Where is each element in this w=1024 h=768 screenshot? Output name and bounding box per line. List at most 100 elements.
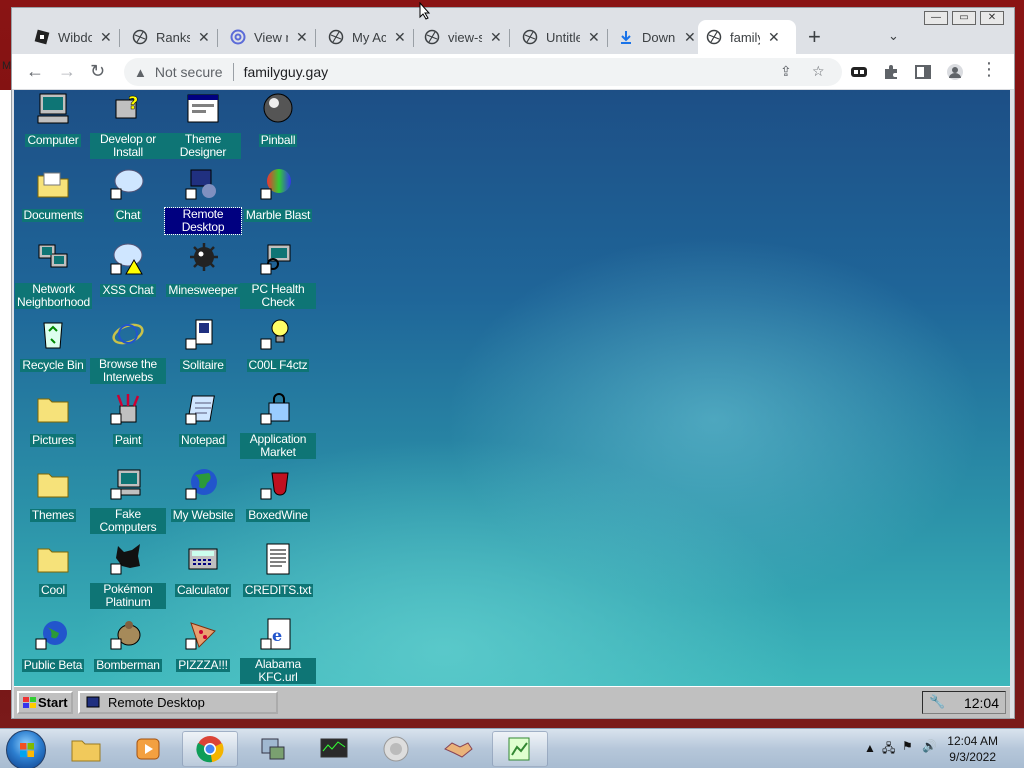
desktop-icon-xss-chat[interactable]: XSS Chat bbox=[90, 242, 166, 299]
tray-tool-icon[interactable]: 🔧 bbox=[929, 694, 945, 710]
mouse-cursor-icon bbox=[419, 2, 431, 20]
taskbar-handshake[interactable] bbox=[430, 731, 486, 767]
desktop-icon-documents[interactable]: Documents bbox=[15, 167, 91, 224]
win7-clock[interactable]: 12:04 AM 9/3/2022 bbox=[947, 733, 998, 765]
show-hidden-icons[interactable]: ▲ bbox=[864, 741, 876, 755]
forward-icon[interactable]: → bbox=[58, 61, 76, 82]
tab-2[interactable]: Ranks ✕ bbox=[124, 20, 218, 54]
icon-label: Marble Blast bbox=[243, 208, 313, 222]
puzzle-icon[interactable] bbox=[882, 63, 900, 81]
desktop-icon-themes[interactable]: Themes bbox=[15, 467, 91, 524]
taskbar-explorer[interactable] bbox=[58, 731, 114, 767]
icon-label: Pinball bbox=[258, 133, 298, 147]
desktop-icon-public-beta[interactable]: Public Beta bbox=[15, 617, 91, 674]
reload-icon[interactable]: ↻ bbox=[90, 61, 105, 82]
start-button[interactable]: Start bbox=[17, 691, 73, 714]
folder-icon bbox=[37, 172, 69, 198]
new-tab-button[interactable]: + bbox=[808, 24, 821, 50]
tab-3[interactable]: View r ✕ bbox=[222, 20, 316, 54]
desktop-icon-recycle-bin[interactable]: Recycle Bin bbox=[15, 317, 91, 374]
network-icon[interactable]: 🖧 bbox=[882, 739, 895, 760]
side-panel-icon[interactable] bbox=[914, 63, 932, 81]
taskbar-editor[interactable] bbox=[492, 731, 548, 767]
desktop-icon-computer[interactable]: Computer bbox=[15, 92, 91, 149]
taskbar-network-tool[interactable] bbox=[244, 731, 300, 767]
chrome-icon bbox=[196, 736, 224, 763]
minimize-button[interactable]: — bbox=[924, 11, 948, 25]
desktop-icon-credits[interactable]: CREDITS.txt bbox=[240, 542, 316, 599]
desktop-icon-cool-facts[interactable]: C00L F4ctz bbox=[240, 317, 316, 374]
pokemon-icon bbox=[110, 544, 140, 575]
desktop-icon-network[interactable]: Network Neighborhood bbox=[15, 242, 92, 311]
desktop-icon-pc-health[interactable]: PC Health Check bbox=[240, 242, 316, 311]
icon-label: Paint bbox=[112, 433, 144, 447]
desktop-icon-pinball[interactable]: Pinball bbox=[240, 92, 316, 149]
taskbar-audio[interactable] bbox=[368, 731, 424, 767]
computer-icon bbox=[110, 469, 141, 500]
taskbar-chrome[interactable] bbox=[182, 731, 238, 767]
close-icon[interactable]: ✕ bbox=[490, 29, 502, 46]
tab-7[interactable]: Down ✕ bbox=[610, 20, 704, 54]
close-icon[interactable]: ✕ bbox=[588, 29, 600, 46]
close-icon[interactable]: ✕ bbox=[296, 29, 308, 46]
desktop-icon-remote-desktop[interactable]: Remote Desktop bbox=[164, 167, 242, 236]
chevron-down-icon[interactable]: ⌄ bbox=[888, 28, 899, 44]
tab-1[interactable]: Wibdo ✕ bbox=[26, 20, 120, 54]
desktop-icon-pictures[interactable]: Pictures bbox=[15, 392, 91, 449]
desktop-icon-app-market[interactable]: Application Market bbox=[240, 392, 316, 461]
cards-icon bbox=[185, 319, 213, 350]
star-icon[interactable]: ☆ bbox=[812, 63, 825, 80]
tab-4[interactable]: My Ac ✕ bbox=[320, 20, 414, 54]
taskbar-media-player[interactable] bbox=[120, 731, 176, 767]
desktop-icon-calculator[interactable]: Calculator bbox=[165, 542, 241, 599]
tab-active[interactable]: family ✕ bbox=[698, 20, 796, 54]
close-icon[interactable]: ✕ bbox=[394, 29, 406, 46]
desktop-icon-develop[interactable]: ? Develop or Install bbox=[90, 92, 166, 161]
desktop-icon-paint[interactable]: Paint bbox=[90, 392, 166, 449]
desktop-icon-minesweeper[interactable]: Minesweeper bbox=[165, 242, 241, 299]
desktop-icon-fake-computers[interactable]: Fake Computers bbox=[90, 467, 166, 536]
tab-5[interactable]: view-s ✕ bbox=[416, 20, 510, 54]
maximize-button[interactable]: ▭ bbox=[952, 11, 976, 25]
icon-label: XSS Chat bbox=[100, 283, 156, 297]
desktop-icon-theme-designer[interactable]: Theme Designer bbox=[165, 92, 241, 161]
win7-start-orb[interactable] bbox=[6, 730, 46, 768]
taskbar-system-monitor[interactable] bbox=[306, 731, 362, 767]
desktop-icon-solitaire[interactable]: Solitaire bbox=[165, 317, 241, 374]
close-icon[interactable]: ✕ bbox=[198, 29, 210, 46]
desktop-icon-browse[interactable]: Browse the Interwebs bbox=[90, 317, 166, 386]
taskbar-item-remote-desktop[interactable]: Remote Desktop bbox=[78, 691, 278, 714]
close-icon[interactable]: ✕ bbox=[768, 29, 780, 46]
extension-icon[interactable] bbox=[850, 63, 868, 81]
menu-icon[interactable]: ⋮ bbox=[980, 59, 998, 80]
pinball-icon bbox=[263, 93, 293, 123]
tab-6[interactable]: Untitle ✕ bbox=[514, 20, 608, 54]
taskbar-item-label: Remote Desktop bbox=[108, 695, 205, 710]
action-center-icon[interactable]: ⚑ bbox=[902, 739, 913, 753]
close-button[interactable]: ✕ bbox=[980, 11, 1004, 25]
desktop-icon-chat[interactable]: Chat bbox=[90, 167, 166, 224]
desktop-icon-marble-blast[interactable]: Marble Blast bbox=[240, 167, 316, 224]
develop-icon: ? bbox=[115, 93, 139, 119]
address-bar[interactable]: ▲ Not secure familyguy.gay ⇪ ☆ bbox=[124, 58, 842, 86]
close-icon[interactable]: ✕ bbox=[100, 29, 112, 46]
desktop-icon-kfc-url[interactable]: e Alabama KFC.url bbox=[240, 617, 316, 686]
icon-label: Develop or Install bbox=[90, 133, 166, 159]
share-icon[interactable]: ⇪ bbox=[780, 63, 792, 80]
close-icon[interactable]: ✕ bbox=[684, 29, 696, 46]
desktop-icon-notepad[interactable]: Notepad bbox=[165, 392, 241, 449]
volume-icon[interactable]: 🔊 bbox=[922, 739, 937, 753]
back-icon[interactable]: ← bbox=[26, 61, 44, 82]
desktop-icon-pokemon[interactable]: Pokémon Platinum bbox=[90, 542, 166, 611]
marble-icon bbox=[260, 169, 291, 200]
profile-icon[interactable] bbox=[946, 63, 964, 81]
tab-title: view-s bbox=[448, 29, 482, 45]
desktop-icon-bomberman[interactable]: Bomberman bbox=[90, 617, 166, 674]
icon-label: Fake Computers bbox=[90, 508, 166, 534]
desktop-icon-my-website[interactable]: My Website bbox=[165, 467, 241, 524]
desktop-icon-cool[interactable]: Cool bbox=[15, 542, 91, 599]
desktop-icon-pizza[interactable]: PIZZZA!!! bbox=[165, 617, 241, 674]
icon-label: Minesweeper bbox=[166, 283, 240, 297]
icon-label: PC Health Check bbox=[240, 283, 316, 309]
desktop-icon-boxedwine[interactable]: BoxedWine bbox=[240, 467, 316, 524]
